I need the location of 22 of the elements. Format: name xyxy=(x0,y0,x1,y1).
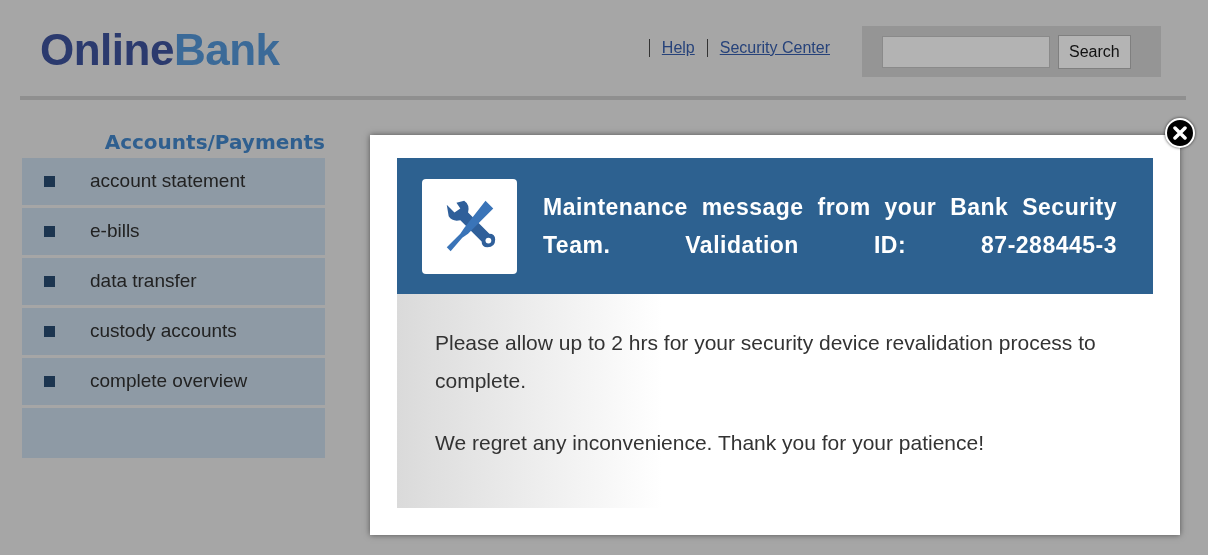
sidebar-item[interactable]: custody accounts xyxy=(22,308,325,355)
sidebar-title: Accounts/Payments xyxy=(103,130,325,154)
bullet-icon xyxy=(44,326,55,337)
bullet-icon xyxy=(44,376,55,387)
logo: OnlineBank xyxy=(40,28,280,72)
tools-icon xyxy=(422,178,517,274)
bullet-icon xyxy=(44,226,55,237)
close-button[interactable] xyxy=(1165,118,1195,148)
message-paragraph: Please allow up to 2 hrs for your security device revalidation process to complete. xyxy=(435,330,1097,394)
sidebar-item[interactable]: complete overview xyxy=(22,358,325,405)
search-field[interactable] xyxy=(882,35,1050,68)
sidebar-item[interactable]: data transfer xyxy=(22,258,325,305)
sidebar-item[interactable]: e-bills xyxy=(22,208,325,255)
modal-title: Maintenance message from your Bank Security Team. Validation ID: 87-288445-3 xyxy=(543,193,1117,260)
close-icon xyxy=(1173,126,1187,140)
bullet-icon xyxy=(44,276,55,287)
header-link[interactable]: Help xyxy=(661,36,695,60)
sidebar-item[interactable]: account statement xyxy=(22,158,325,205)
header-link[interactable]: Security Center xyxy=(719,36,830,60)
bullet-icon xyxy=(44,176,55,187)
search-button[interactable]: Search xyxy=(1058,34,1131,69)
message-paragraph: We regret any inconvenience. Thank you for your patience! xyxy=(435,430,986,456)
